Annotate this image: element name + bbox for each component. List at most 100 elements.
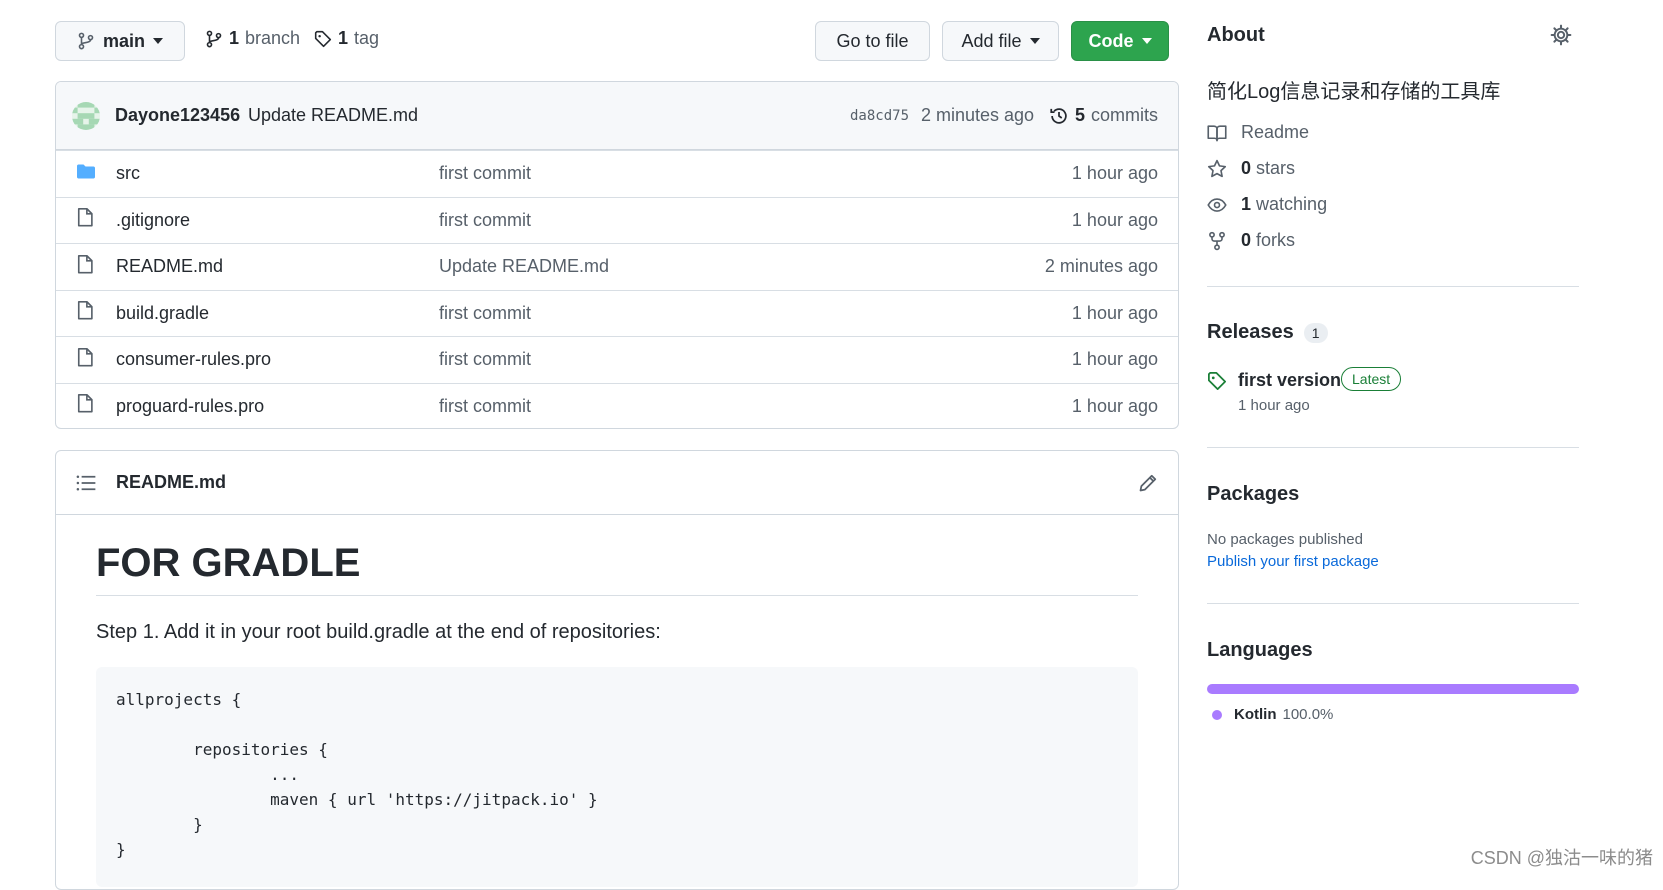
readme-link[interactable]: Readme [1207,122,1309,143]
code-content: allprojects { repositories { ... maven {… [116,690,598,859]
sidebar-divider [1207,447,1579,448]
branch-label: branch [245,28,301,48]
forks-label: forks [1256,230,1296,250]
forks-link[interactable]: 0 forks [1207,230,1295,251]
readme-step1: Step 1. Add it in your root build.gradle… [96,621,661,643]
file-row[interactable]: README.md Update README.md 2 minutes ago [56,243,1178,290]
code-button[interactable]: Code [1071,21,1169,61]
file-commit-message[interactable]: first commit [439,303,531,324]
file-name[interactable]: src [116,163,140,184]
commit-message[interactable]: Update README.md [248,105,418,126]
latest-commit-bar: Dayone123456 Update README.md da8cd75 2 … [56,82,1178,150]
file-age: 1 hour ago [1071,302,1158,323]
language-dot [1212,709,1222,720]
stars-link[interactable]: 0 stars [1207,158,1295,179]
file-name[interactable]: consumer-rules.pro [116,349,271,370]
tags-link[interactable]: 1 tag [314,28,379,49]
readme-header: README.md [56,451,1178,515]
commit-author[interactable]: Dayone123456 [115,105,240,126]
tag-icon [1207,371,1227,391]
history-icon [1049,106,1069,126]
add-file-label: Add file [961,30,1022,51]
go-to-file-button[interactable]: Go to file [815,21,930,61]
language-item-kotlin[interactable]: Kotlin 100.0% [1212,706,1333,723]
file-age: 1 hour ago [1071,163,1158,184]
file-row[interactable]: build.gradle first commit 1 hour ago [56,289,1178,337]
file-row[interactable]: .gitignore first commit 1 hour ago [56,196,1178,244]
tag-label: tag [354,28,380,48]
about-title: About [1207,24,1265,46]
chevron-down-icon [1141,38,1152,44]
tag-count: 1 [338,28,349,48]
file-name[interactable]: build.gradle [116,303,209,324]
file-row[interactable]: src first commit 1 hour ago [56,150,1178,197]
file-age: 1 hour ago [1071,349,1158,370]
fork-icon [1207,231,1227,251]
publish-package-link[interactable]: Publish your first package [1207,553,1379,570]
commit-sha[interactable]: da8cd75 [850,108,909,124]
add-file-button[interactable]: Add file [942,21,1059,61]
releases-label: Releases [1207,321,1294,343]
release-time: 1 hour ago [1238,397,1310,414]
language-percent: 100.0% [1282,706,1334,723]
file-commit-message[interactable]: first commit [439,349,531,370]
file-name[interactable]: README.md [116,256,223,277]
gear-icon[interactable] [1550,24,1572,46]
readme-filename[interactable]: README.md [116,472,226,493]
code-block: allprojects { repositories { ... maven {… [96,667,1138,887]
author-avatar[interactable] [72,102,100,130]
book-icon [1207,124,1227,142]
branch-count: 1 [229,28,240,48]
readme-label: Readme [1241,122,1310,142]
language-name: Kotlin [1234,706,1277,723]
list-icon[interactable] [76,474,96,492]
watchers-link[interactable]: 1 watching [1207,194,1327,215]
file-commit-message[interactable]: first commit [439,210,531,231]
release-name[interactable]: first version [1238,370,1341,391]
file-age: 2 minutes ago [1044,256,1158,277]
repo-description: 简化Log信息记录和存储的工具库 [1207,81,1501,103]
pencil-icon[interactable] [1138,473,1158,493]
releases-title[interactable]: Releases 1 [1207,321,1328,344]
heading-divider [96,595,1138,596]
file-name[interactable]: proguard-rules.pro [116,396,264,417]
file-age: 1 hour ago [1071,209,1158,230]
code-label: Code [1088,30,1134,51]
git-branch-icon [77,32,95,50]
git-branch-icon [205,30,223,48]
commit-count-label: commits [1091,105,1158,125]
file-row[interactable]: proguard-rules.pro first commit 1 hour a… [56,382,1178,429]
packages-empty: No packages published [1207,531,1363,548]
file-icon [76,394,94,419]
readme-panel: README.md FOR GRADLE Step 1. Add it in y… [55,450,1179,890]
eye-icon [1207,197,1227,213]
stars-label: stars [1256,158,1296,178]
sidebar-divider [1207,286,1579,287]
sidebar-divider [1207,603,1579,604]
languages-title: Languages [1207,639,1313,661]
star-icon [1207,159,1227,179]
file-row[interactable]: consumer-rules.pro first commit 1 hour a… [56,336,1178,383]
packages-title[interactable]: Packages [1207,483,1299,506]
file-commit-message[interactable]: Update README.md [439,256,609,277]
commits-link[interactable]: 5 commits [1049,105,1158,126]
go-to-file-label: Go to file [836,30,909,51]
file-name[interactable]: .gitignore [116,210,190,231]
chevron-down-icon [1029,38,1040,44]
file-browser: Dayone123456 Update README.md da8cd75 2 … [55,81,1179,429]
language-bar [1207,684,1579,694]
releases-count-badge: 1 [1303,322,1328,343]
readme-heading: FOR GRADLE [96,541,361,585]
folder-icon [76,162,96,185]
file-commit-message[interactable]: first commit [439,163,531,184]
file-icon [76,347,94,372]
tag-icon [314,30,332,48]
branch-name: main [102,30,145,51]
file-icon [76,208,94,233]
branches-link[interactable]: 1 branch [205,28,300,49]
file-commit-message[interactable]: first commit [439,396,531,417]
file-icon [76,254,94,279]
language-bar-kotlin [1207,684,1579,694]
chevron-down-icon [153,38,163,44]
branch-select-button[interactable]: main [55,21,185,61]
